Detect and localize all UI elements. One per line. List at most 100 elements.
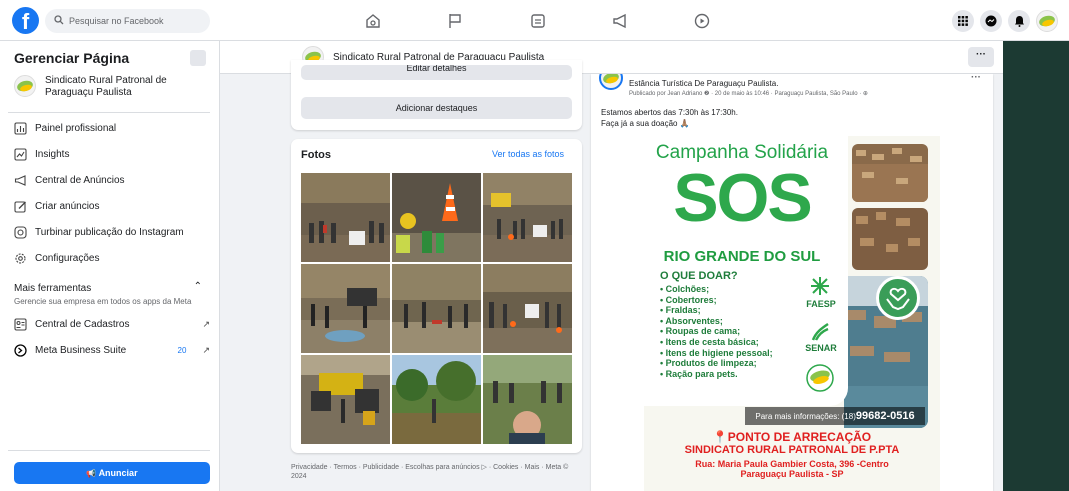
sidebar-item-label: Insights	[35, 149, 70, 160]
sidebar-item-turbinar-instagram[interactable]: Turbinar publicação do Instagram	[14, 226, 210, 239]
flood-photo	[852, 144, 928, 202]
flyer-question: O QUE DOAR?	[660, 270, 738, 282]
add-highlights-button[interactable]: Adicionar destaques	[301, 97, 572, 119]
photo-thumbnail[interactable]	[483, 264, 572, 353]
donation-list: • Colchões; • Cobertores; • Fraldas; • A…	[660, 284, 773, 379]
list-item: • Colchões;	[660, 284, 710, 294]
sidebar-item-central-de-anuncios[interactable]: Central de Anúncios	[14, 174, 210, 187]
post-image[interactable]: Campanha Solidária SOS RIO GRANDE DO SUL…	[644, 136, 940, 491]
contact-number: 99682-0516	[855, 410, 915, 422]
sidebar-item-criar-anuncios[interactable]: Criar anúncios	[14, 200, 210, 213]
sidebar-item-painel-profissional[interactable]: Painel profissional	[14, 122, 210, 135]
sidebar-title: Gerenciar Página	[14, 50, 130, 66]
divider	[8, 450, 210, 451]
bell-icon[interactable]	[1008, 10, 1030, 32]
sidebar-page-link[interactable]: Sindicato Rural Patronal de Paraguaçu Pa…	[14, 75, 210, 99]
intro-card: Editar detalhes Adicionar destaques	[291, 60, 582, 130]
divider	[8, 112, 210, 113]
megaphone-icon[interactable]	[610, 11, 630, 31]
search-placeholder: Pesquisar no Facebook	[69, 16, 164, 26]
sidebar-item-label: Painel profissional	[35, 123, 117, 134]
dashboard-icon	[14, 122, 27, 135]
more-tools-header[interactable]: Mais ferramentas ⌃	[14, 281, 210, 294]
page-logo	[14, 75, 36, 97]
collection-point-title: 📍PONTO DE ARRECAÇÃO	[644, 430, 940, 444]
more-tools-title: Mais ferramentas	[14, 283, 92, 294]
list-item: • Cobertores;	[660, 294, 717, 305]
address-street: Rua: Maria Paula Gambier Costa, 396 -Cen…	[695, 459, 889, 469]
notification-count-badge: 20	[177, 346, 187, 355]
messenger-icon[interactable]	[980, 10, 1002, 32]
photo-thumbnail[interactable]	[301, 355, 390, 444]
chevron-up-icon: ⌃	[193, 281, 202, 292]
post-text-line: Estamos abertos das 7:30h às 17:30h.	[601, 108, 738, 117]
photo-thumbnail[interactable]	[301, 264, 390, 353]
flag-icon[interactable]	[445, 11, 465, 31]
external-link-icon: ↗	[202, 319, 210, 329]
top-navigation-bar: f Pesquisar no Facebook	[0, 0, 1069, 41]
outer-background	[1003, 41, 1069, 491]
video-icon[interactable]	[692, 11, 712, 31]
senar-label: SENAR	[805, 343, 837, 353]
home-icon[interactable]	[363, 11, 383, 31]
post-text-line: Faça já a sua doação 🙏🏽	[601, 119, 690, 128]
post-meta: Publicado por Jean Adriano ❷ · 20 de mai…	[629, 91, 868, 97]
sidebar-item-label: Turbinar publicação do Instagram	[35, 227, 184, 238]
photo-thumbnail[interactable]	[392, 173, 481, 262]
insights-icon	[14, 148, 27, 161]
sidebar-item-label: Configurações	[35, 253, 100, 264]
flyer-sos: SOS	[673, 160, 813, 236]
page-avatar-icon[interactable]	[1036, 10, 1058, 32]
list-item: • Itens de cesta básica;	[660, 336, 759, 347]
anunciar-button[interactable]: 📢 Anunciar	[14, 462, 210, 484]
photos-card: Fotos Ver todas as fotos	[291, 139, 582, 453]
photo-thumbnail[interactable]	[392, 355, 481, 444]
more-tools-subtitle: Gerencie sua empresa em todos os apps da…	[14, 297, 192, 306]
accounts-icon	[14, 318, 27, 331]
sidebar-item-meta-business-suite[interactable]: Meta Business Suite 20 ↗	[14, 344, 210, 357]
list-item: • Produtos de limpeza;	[660, 358, 757, 369]
list-item: • Ração para pets.	[660, 368, 738, 379]
facebook-logo[interactable]: f	[12, 7, 39, 34]
photo-thumbnail[interactable]	[483, 173, 572, 262]
list-item: • Absorventes;	[660, 315, 723, 326]
sidebar-item-central-de-cadastros[interactable]: Central de Cadastros ↗	[14, 318, 210, 331]
search-input[interactable]: Pesquisar no Facebook	[45, 9, 210, 33]
post-card: Estância Turística De Paraguaçu Paulista…	[591, 74, 993, 491]
photos-title: Fotos	[301, 149, 331, 161]
sidebar-item-insights[interactable]: Insights	[14, 148, 210, 161]
external-link-icon: ↗	[202, 345, 210, 355]
photo-thumbnail[interactable]	[392, 264, 481, 353]
contact-banner: Para mais informações: (18)99682-0516	[745, 407, 925, 425]
page-footer-links[interactable]: Privacidade · Termos · Publicidade · Esc…	[291, 463, 581, 481]
sidebar-item-configuracoes[interactable]: Configurações	[14, 252, 210, 265]
edit-details-button[interactable]: Editar detalhes	[301, 65, 572, 80]
megaphone-icon: 📢	[86, 469, 97, 478]
collection-point-label: PONTO DE ARRECAÇÃO	[727, 430, 872, 444]
list-item: • Itens de higiene pessoal;	[660, 347, 773, 358]
instagram-icon	[14, 226, 27, 239]
grid-menu-icon[interactable]	[952, 10, 974, 32]
anunciar-label: Anunciar	[98, 468, 138, 478]
address-city: Paraguaçu Paulista - SP	[740, 469, 844, 479]
pencil-icon	[14, 201, 26, 213]
photo-thumbnail[interactable]	[483, 355, 572, 444]
collapse-sidebar-icon[interactable]	[190, 50, 206, 66]
post-author-name[interactable]: Estância Turística De Paraguaçu Paulista…	[629, 79, 778, 88]
list-item: • Roupas de cama;	[660, 326, 741, 337]
contact-prefix: Para mais informações: (18)	[755, 412, 856, 421]
photo-thumbnail[interactable]	[301, 173, 390, 262]
megaphone-icon	[14, 175, 26, 186]
see-all-photos-link[interactable]: Ver todas as fotos	[492, 149, 564, 159]
sindicato-logo	[806, 364, 834, 392]
faesp-label: FAESP	[806, 299, 836, 309]
marketplace-icon[interactable]	[528, 11, 548, 31]
sidebar-item-label: Central de Cadastros	[35, 319, 130, 330]
list-item: • Fraldas;	[660, 305, 701, 316]
faesp-logo	[810, 276, 830, 296]
flyer-subtitle: RIO GRANDE DO SUL	[663, 248, 821, 265]
sidebar-item-label: Criar anúncios	[35, 201, 100, 212]
meta-icon	[14, 344, 27, 357]
more-options-button[interactable]: ···	[968, 47, 994, 67]
collection-point-address: Rua: Maria Paula Gambier Costa, 396 -Cen…	[644, 459, 940, 479]
